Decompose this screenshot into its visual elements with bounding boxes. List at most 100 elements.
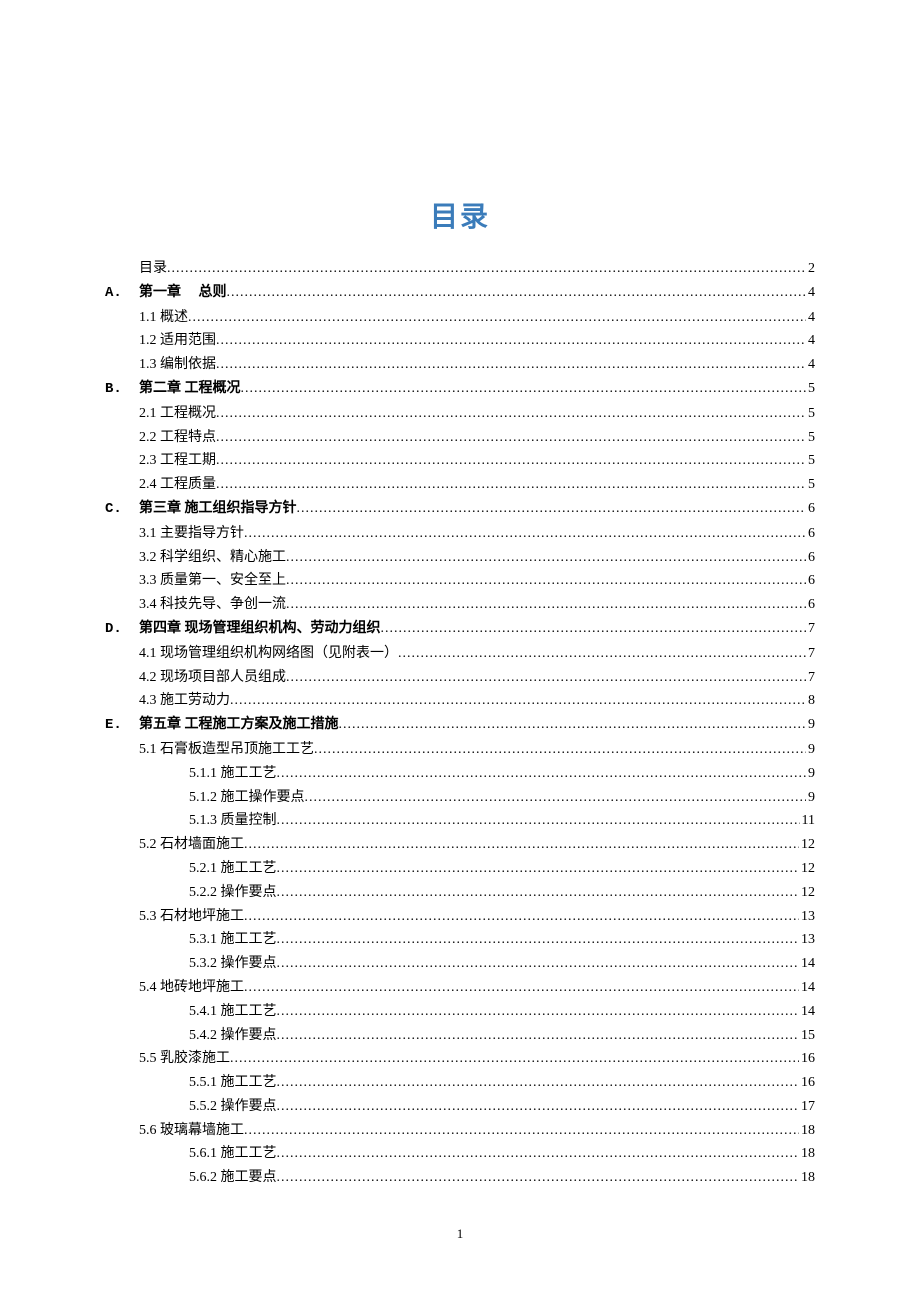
toc-leader-dots: ........................................… [314, 738, 806, 762]
toc-leader-dots: ........................................… [244, 833, 799, 857]
toc-leader-dots: ........................................… [286, 593, 806, 617]
toc-page-number: 17 [799, 1095, 815, 1119]
toc-entry: 5.2.1 施工工艺..............................… [105, 857, 815, 881]
toc-entry: 3.4 科技先导、争创一流...........................… [105, 593, 815, 617]
toc-label: 4.2 现场项目部人员组成 [139, 666, 286, 690]
toc-leader-dots: ........................................… [167, 257, 806, 281]
toc-label: 第四章 现场管理组织机构、劳动力组织 [139, 617, 381, 641]
toc-page-number: 9 [806, 713, 815, 737]
toc-page-number: 12 [799, 881, 815, 905]
toc-entry: 5.3.2 操作要点..............................… [105, 952, 815, 976]
toc-leader-dots: ........................................… [277, 857, 800, 881]
toc-page-number: 15 [799, 1024, 815, 1048]
toc-leader-dots: ........................................… [305, 786, 807, 810]
toc-entry: 5.4.1 施工工艺..............................… [105, 1000, 815, 1024]
toc-leader-dots: ........................................… [216, 473, 806, 497]
toc-entry: 5.6.2 施工要点..............................… [105, 1166, 815, 1190]
toc-label: 5.5.2 操作要点 [189, 1095, 277, 1119]
toc-leader-dots: ........................................… [244, 522, 806, 546]
toc-marker: C. [105, 498, 139, 522]
toc-label: 5.4.1 施工工艺 [189, 1000, 277, 1024]
toc-leader-dots: ........................................… [244, 905, 799, 929]
toc-page-number: 14 [799, 1000, 815, 1024]
toc-entry: 5.1.3 质量控制..............................… [105, 809, 815, 833]
toc-entry: 2.3 工程工期................................… [105, 449, 815, 473]
toc-label: 5.1.3 质量控制 [189, 809, 277, 833]
toc-entry: 3.1 主要指导方针..............................… [105, 522, 815, 546]
toc-page-number: 6 [806, 522, 815, 546]
toc-leader-dots: ........................................… [277, 1000, 800, 1024]
toc-page-number: 18 [799, 1119, 815, 1143]
toc-leader-dots: ........................................… [381, 617, 807, 641]
toc-leader-dots: ........................................… [244, 976, 799, 1000]
toc-entry: 5.1 石膏板造型吊顶施工工艺.........................… [105, 738, 815, 762]
toc-entry: E.第五章 工程施工方案及施工措施 ......................… [105, 713, 815, 738]
toc-label: 目录 [139, 257, 167, 281]
toc-page-number: 7 [806, 642, 815, 666]
toc-label: 5.1.1 施工工艺 [189, 762, 277, 786]
toc-entry: 5.1.2 施工操作要点 ...........................… [105, 786, 815, 810]
toc-label: 1.1 概述 [139, 306, 188, 330]
toc-label: 3.4 科技先导、争创一流 [139, 593, 286, 617]
toc-leader-dots: ........................................… [277, 762, 807, 786]
page-number: 1 [0, 1226, 920, 1242]
toc-page-number: 9 [806, 762, 815, 786]
toc-leader-dots: ........................................… [286, 546, 806, 570]
toc-leader-dots: ........................................… [216, 402, 806, 426]
toc-page-number: 2 [806, 257, 815, 281]
toc-leader-dots: ........................................… [398, 642, 806, 666]
toc-page-number: 13 [799, 905, 815, 929]
toc-leader-dots: ........................................… [230, 689, 806, 713]
toc-entry: 1.2 适用范围................................… [105, 329, 815, 353]
toc-label: 5.2.1 施工工艺 [189, 857, 277, 881]
toc-label: 5.6.2 施工要点 [189, 1166, 277, 1190]
toc-page-number: 14 [799, 952, 815, 976]
toc-label: 5.3 石材地坪施工 [139, 905, 244, 929]
toc-entry: 5.3 石材地坪施工..............................… [105, 905, 815, 929]
toc-entry: 5.3.1 施工工艺..............................… [105, 928, 815, 952]
toc-label: 5.4.2 操作要点 [189, 1024, 277, 1048]
toc-leader-dots: ........................................… [277, 1095, 800, 1119]
page-title: 目录 [105, 195, 815, 235]
toc-leader-dots: ........................................… [339, 713, 807, 737]
toc-leader-dots: ........................................… [286, 666, 806, 690]
toc-leader-dots: ........................................… [277, 881, 800, 905]
toc-page-number: 9 [806, 738, 815, 762]
toc-label: 4.3 施工劳动力 [139, 689, 230, 713]
toc-leader-dots: ........................................… [188, 306, 806, 330]
toc-marker: A. [105, 282, 139, 306]
toc-leader-dots: ........................................… [244, 1119, 799, 1143]
toc-page-number: 4 [806, 353, 815, 377]
toc-entry: B.第二章 工程概况 .............................… [105, 377, 815, 402]
toc-label: 第一章 总则 [139, 281, 227, 305]
toc-page-number: 4 [806, 329, 815, 353]
toc-page-number: 12 [799, 857, 815, 881]
toc-label: 5.1.2 施工操作要点 [189, 786, 305, 810]
toc-label: 5.5.1 施工工艺 [189, 1071, 277, 1095]
toc-label: 5.4 地砖地坪施工 [139, 976, 244, 1000]
toc-entry: 5.2 石材墙面施工..............................… [105, 833, 815, 857]
toc-page-number: 6 [806, 546, 815, 570]
toc-page-number: 6 [806, 593, 815, 617]
toc-label: 3.3 质量第一、安全至上 [139, 569, 286, 593]
toc-label: 2.1 工程概况 [139, 402, 216, 426]
toc-label: 5.6.1 施工工艺 [189, 1142, 277, 1166]
toc-leader-dots: ........................................… [216, 426, 806, 450]
toc-entry: 5.6 玻璃幕墙施工..............................… [105, 1119, 815, 1143]
toc-page-number: 16 [799, 1071, 815, 1095]
toc-page-number: 4 [806, 281, 815, 305]
toc-page-number: 7 [806, 617, 815, 641]
toc-label: 5.3.1 施工工艺 [189, 928, 277, 952]
toc-entry: 3.2 科学组织、精心施工...........................… [105, 546, 815, 570]
toc-entry: D.第四章 现场管理组织机构、劳动力组织 ...................… [105, 617, 815, 642]
toc-label: 1.2 适用范围 [139, 329, 216, 353]
toc-entry: 3.3 质量第一、安全至上...........................… [105, 569, 815, 593]
toc-page-number: 7 [806, 666, 815, 690]
toc-leader-dots: ........................................… [286, 569, 806, 593]
toc-entry: 1.1 概述..................................… [105, 306, 815, 330]
toc-label: 5.5 乳胶漆施工 [139, 1047, 230, 1071]
toc-leader-dots: ........................................… [277, 1071, 800, 1095]
toc-label: 第五章 工程施工方案及施工措施 [139, 713, 339, 737]
document-page: 目录 目录...................................… [0, 0, 920, 1240]
toc-leader-dots: ........................................… [277, 928, 800, 952]
